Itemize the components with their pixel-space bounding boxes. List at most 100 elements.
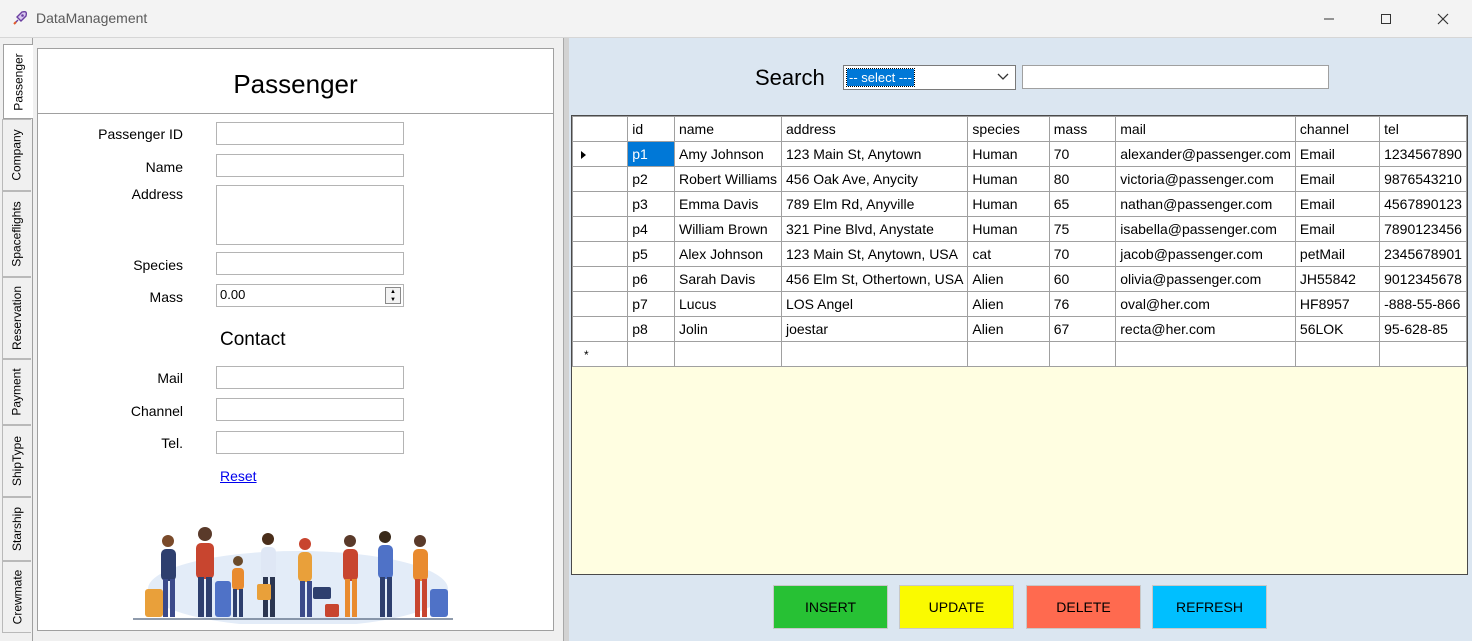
cell-mail[interactable]: isabella@passenger.com [1115,216,1296,242]
row-header[interactable] [572,166,629,192]
cell-address[interactable]: 123 Main St, Anytown, USA [780,241,969,267]
cell-channel[interactable]: petMail [1294,241,1381,267]
cell-channel[interactable]: Email [1294,216,1381,242]
cell-species[interactable]: Human [967,216,1050,242]
cell-address[interactable]: joestar [780,316,969,342]
delete-button[interactable]: DELETE [1026,585,1141,629]
cell-name[interactable]: Alex Johnson [673,241,783,267]
cell-mass[interactable]: 67 [1048,316,1117,342]
column-header-mail[interactable]: mail [1115,116,1296,142]
cell-mail[interactable]: oval@her.com [1115,291,1296,317]
table-row[interactable]: p4 William Brown 321 Pine Blvd, Anystate Hu… [572,216,1467,242]
cell-id[interactable]: p4 [627,216,675,242]
cell-id[interactable]: p8 [627,316,675,342]
mass-spin-buttons[interactable]: ▲ ▼ [385,287,401,304]
cell-name[interactable]: Jolin [673,316,783,342]
cell-address[interactable]: 123 Main St, Anytown [780,141,969,167]
cell-name[interactable]: Lucus [673,291,783,317]
new-cell-channel[interactable] [1294,341,1381,367]
table-row[interactable]: p8 Jolin joestar Alien 67 recta@her.com 56LOK 9… [572,316,1467,342]
channel-input[interactable] [216,398,404,421]
insert-button[interactable]: INSERT [773,585,888,629]
cell-name[interactable]: Emma Davis [673,191,783,217]
cell-tel[interactable]: 2345678901 [1379,241,1467,267]
row-header[interactable] [572,291,629,317]
mass-stepper[interactable]: 0.00 ▲ ▼ [216,284,404,307]
table-row[interactable]: p1 Amy Johnson 123 Main St, Anytown Human 70… [572,141,1467,167]
column-header-channel[interactable]: channel [1294,116,1381,142]
reset-link[interactable]: Reset [220,468,257,484]
spin-down-icon[interactable]: ▼ [386,296,400,304]
new-cell-mass[interactable] [1048,341,1117,367]
cell-tel[interactable]: 9876543210 [1379,166,1467,192]
cell-channel[interactable]: JH55842 [1294,266,1381,292]
cell-channel[interactable]: Email [1294,191,1381,217]
cell-species[interactable]: cat [967,241,1050,267]
cell-tel[interactable]: -888-55-866 [1379,291,1467,317]
row-header[interactable] [572,216,629,242]
cell-mail[interactable]: jacob@passenger.com [1115,241,1296,267]
update-button[interactable]: UPDATE [899,585,1014,629]
cell-species[interactable]: Human [967,191,1050,217]
cell-mass[interactable]: 76 [1048,291,1117,317]
cell-channel[interactable]: 56LOK [1294,316,1381,342]
cell-name[interactable]: William Brown [673,216,783,242]
address-input[interactable] [216,185,404,245]
cell-tel[interactable]: 95-628-85 [1379,316,1467,342]
row-header[interactable]: * [572,341,629,367]
column-header-species[interactable]: species [967,116,1050,142]
cell-id[interactable]: p5 [627,241,675,267]
new-cell-species[interactable] [967,341,1050,367]
cell-channel[interactable]: HF8957 [1294,291,1381,317]
cell-mass[interactable]: 80 [1048,166,1117,192]
name-input[interactable] [216,154,404,177]
minimize-button[interactable] [1300,0,1358,38]
cell-address[interactable]: 789 Elm Rd, Anyville [780,191,969,217]
column-header-id[interactable]: id [627,116,675,142]
passenger-grid[interactable]: id name address species mass mail channe… [571,115,1468,575]
tab-starship[interactable]: Starship [2,497,31,561]
cell-mail[interactable]: alexander@passenger.com [1115,141,1296,167]
tab-shiptype[interactable]: ShipType [2,425,31,497]
cell-mass[interactable]: 60 [1048,266,1117,292]
row-header[interactable] [572,316,629,342]
tel-input[interactable] [216,431,404,454]
cell-tel[interactable]: 9012345678 [1379,266,1467,292]
search-column-select[interactable]: -- select --- [843,65,1016,90]
new-cell-id[interactable] [627,341,675,367]
row-header[interactable] [572,266,629,292]
refresh-button[interactable]: REFRESH [1152,585,1267,629]
cell-address[interactable]: LOS Angel [780,291,969,317]
cell-id[interactable]: p3 [627,191,675,217]
species-input[interactable] [216,252,404,275]
maximize-button[interactable] [1357,0,1415,38]
cell-species[interactable]: Alien [967,291,1050,317]
cell-id[interactable]: p6 [627,266,675,292]
cell-mail[interactable]: recta@her.com [1115,316,1296,342]
cell-id[interactable]: p7 [627,291,675,317]
column-header-address[interactable]: address [780,116,969,142]
tab-spaceflights[interactable]: Spaceflights [2,191,31,277]
cell-species[interactable]: Human [967,141,1050,167]
cell-channel[interactable]: Email [1294,141,1381,167]
table-row[interactable]: p2 Robert Williams 456 Oak Ave, Anycity Hum… [572,166,1467,192]
cell-address[interactable]: 321 Pine Blvd, Anystate [780,216,969,242]
tab-payment[interactable]: Payment [2,359,31,425]
cell-name[interactable]: Amy Johnson [673,141,783,167]
cell-id[interactable]: p1 [627,141,675,167]
cell-mass[interactable]: 65 [1048,191,1117,217]
search-input[interactable] [1022,65,1329,89]
cell-tel[interactable]: 1234567890 [1379,141,1467,167]
cell-id[interactable]: p2 [627,166,675,192]
passenger-id-input[interactable] [216,122,404,145]
cell-mail[interactable]: victoria@passenger.com [1115,166,1296,192]
cell-mass[interactable]: 70 [1048,141,1117,167]
column-header-name[interactable]: name [673,116,783,142]
new-cell-tel[interactable] [1379,341,1467,367]
cell-species[interactable]: Alien [967,316,1050,342]
row-header[interactable] [572,241,629,267]
cell-name[interactable]: Robert Williams [673,166,783,192]
cell-mass[interactable]: 70 [1048,241,1117,267]
cell-species[interactable]: Alien [967,266,1050,292]
table-row[interactable]: p6 Sarah Davis 456 Elm St, Othertown, USA A… [572,266,1467,292]
